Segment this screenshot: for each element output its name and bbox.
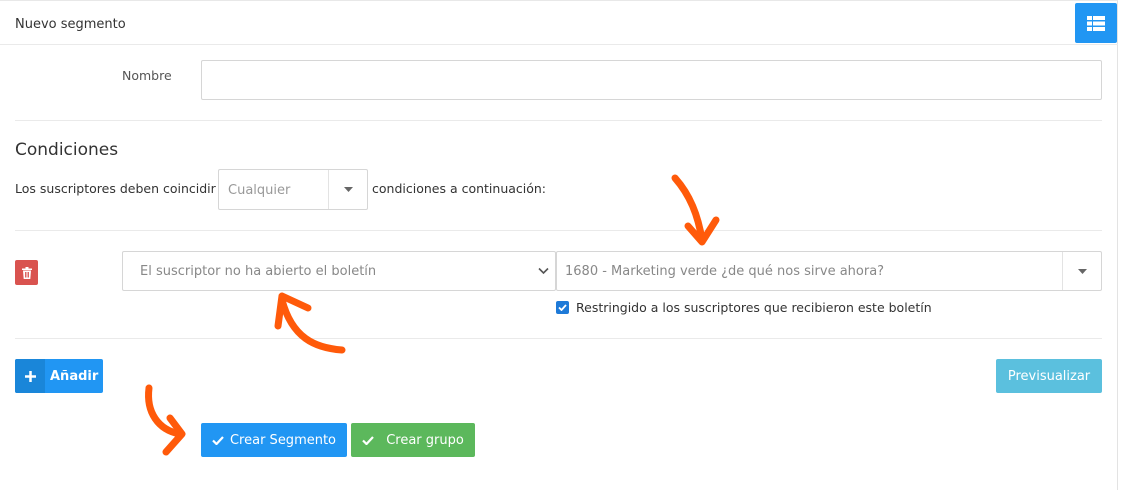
delete-condition-button[interactable]: [15, 260, 38, 285]
match-type-dropdown-toggle[interactable]: [328, 170, 367, 209]
divider: [15, 230, 1102, 231]
conditions-title: Condiciones: [15, 140, 119, 160]
list-icon: [1087, 15, 1105, 31]
add-condition-button[interactable]: Añadir: [15, 359, 103, 393]
match-type-value: Cualquier: [228, 183, 291, 198]
restrict-label: Restringido a los suscriptores que recib…: [576, 300, 932, 315]
newsletter-dropdown-toggle[interactable]: [1062, 252, 1101, 290]
condition-type-value: El suscriptor no ha abierto el boletín: [140, 264, 377, 279]
check-icon: [362, 435, 374, 445]
chevron-down-icon: [538, 267, 549, 275]
match-type-select[interactable]: Cualquier: [218, 169, 368, 210]
name-label: Nombre: [122, 68, 172, 83]
divider: [15, 120, 1102, 121]
newsletter-select[interactable]: 1680 - Marketing verde ¿de qué nos sirve…: [556, 251, 1102, 291]
restrict-option: Restringido a los suscriptores que recib…: [556, 300, 932, 315]
trash-icon: [21, 266, 32, 279]
caret-down-icon: [1077, 268, 1087, 274]
newsletter-value: 1680 - Marketing verde ¿de qué nos sirve…: [565, 264, 885, 279]
segment-panel: Nuevo segmento Nombre Condiciones Los su…: [0, 0, 1118, 490]
add-button-label: Añadir: [50, 368, 99, 384]
create-group-button[interactable]: Crear grupo: [351, 423, 475, 457]
create-group-label: Crear grupo: [386, 432, 464, 448]
page-title: Nuevo segmento: [15, 17, 126, 32]
conditions-after-text: condiciones a continuación:: [372, 181, 547, 196]
plus-icon: [15, 359, 45, 393]
preview-button-label: Previsualizar: [1007, 368, 1091, 384]
panel-header: Nuevo segmento: [0, 1, 1118, 45]
list-view-button[interactable]: [1075, 3, 1117, 43]
create-segment-label: Crear Segmento: [229, 432, 337, 448]
checkmark-icon: [558, 304, 567, 311]
caret-down-icon: [343, 187, 353, 192]
create-segment-button[interactable]: Crear Segmento: [201, 423, 347, 457]
must-match-text: Los suscriptores deben coincidir: [15, 181, 216, 196]
check-icon: [212, 435, 224, 445]
name-input[interactable]: [201, 60, 1102, 100]
preview-button[interactable]: Previsualizar: [996, 359, 1102, 393]
condition-type-select[interactable]: El suscriptor no ha abierto el boletín: [122, 251, 556, 291]
divider: [15, 338, 1102, 339]
restrict-checkbox[interactable]: [556, 301, 569, 314]
